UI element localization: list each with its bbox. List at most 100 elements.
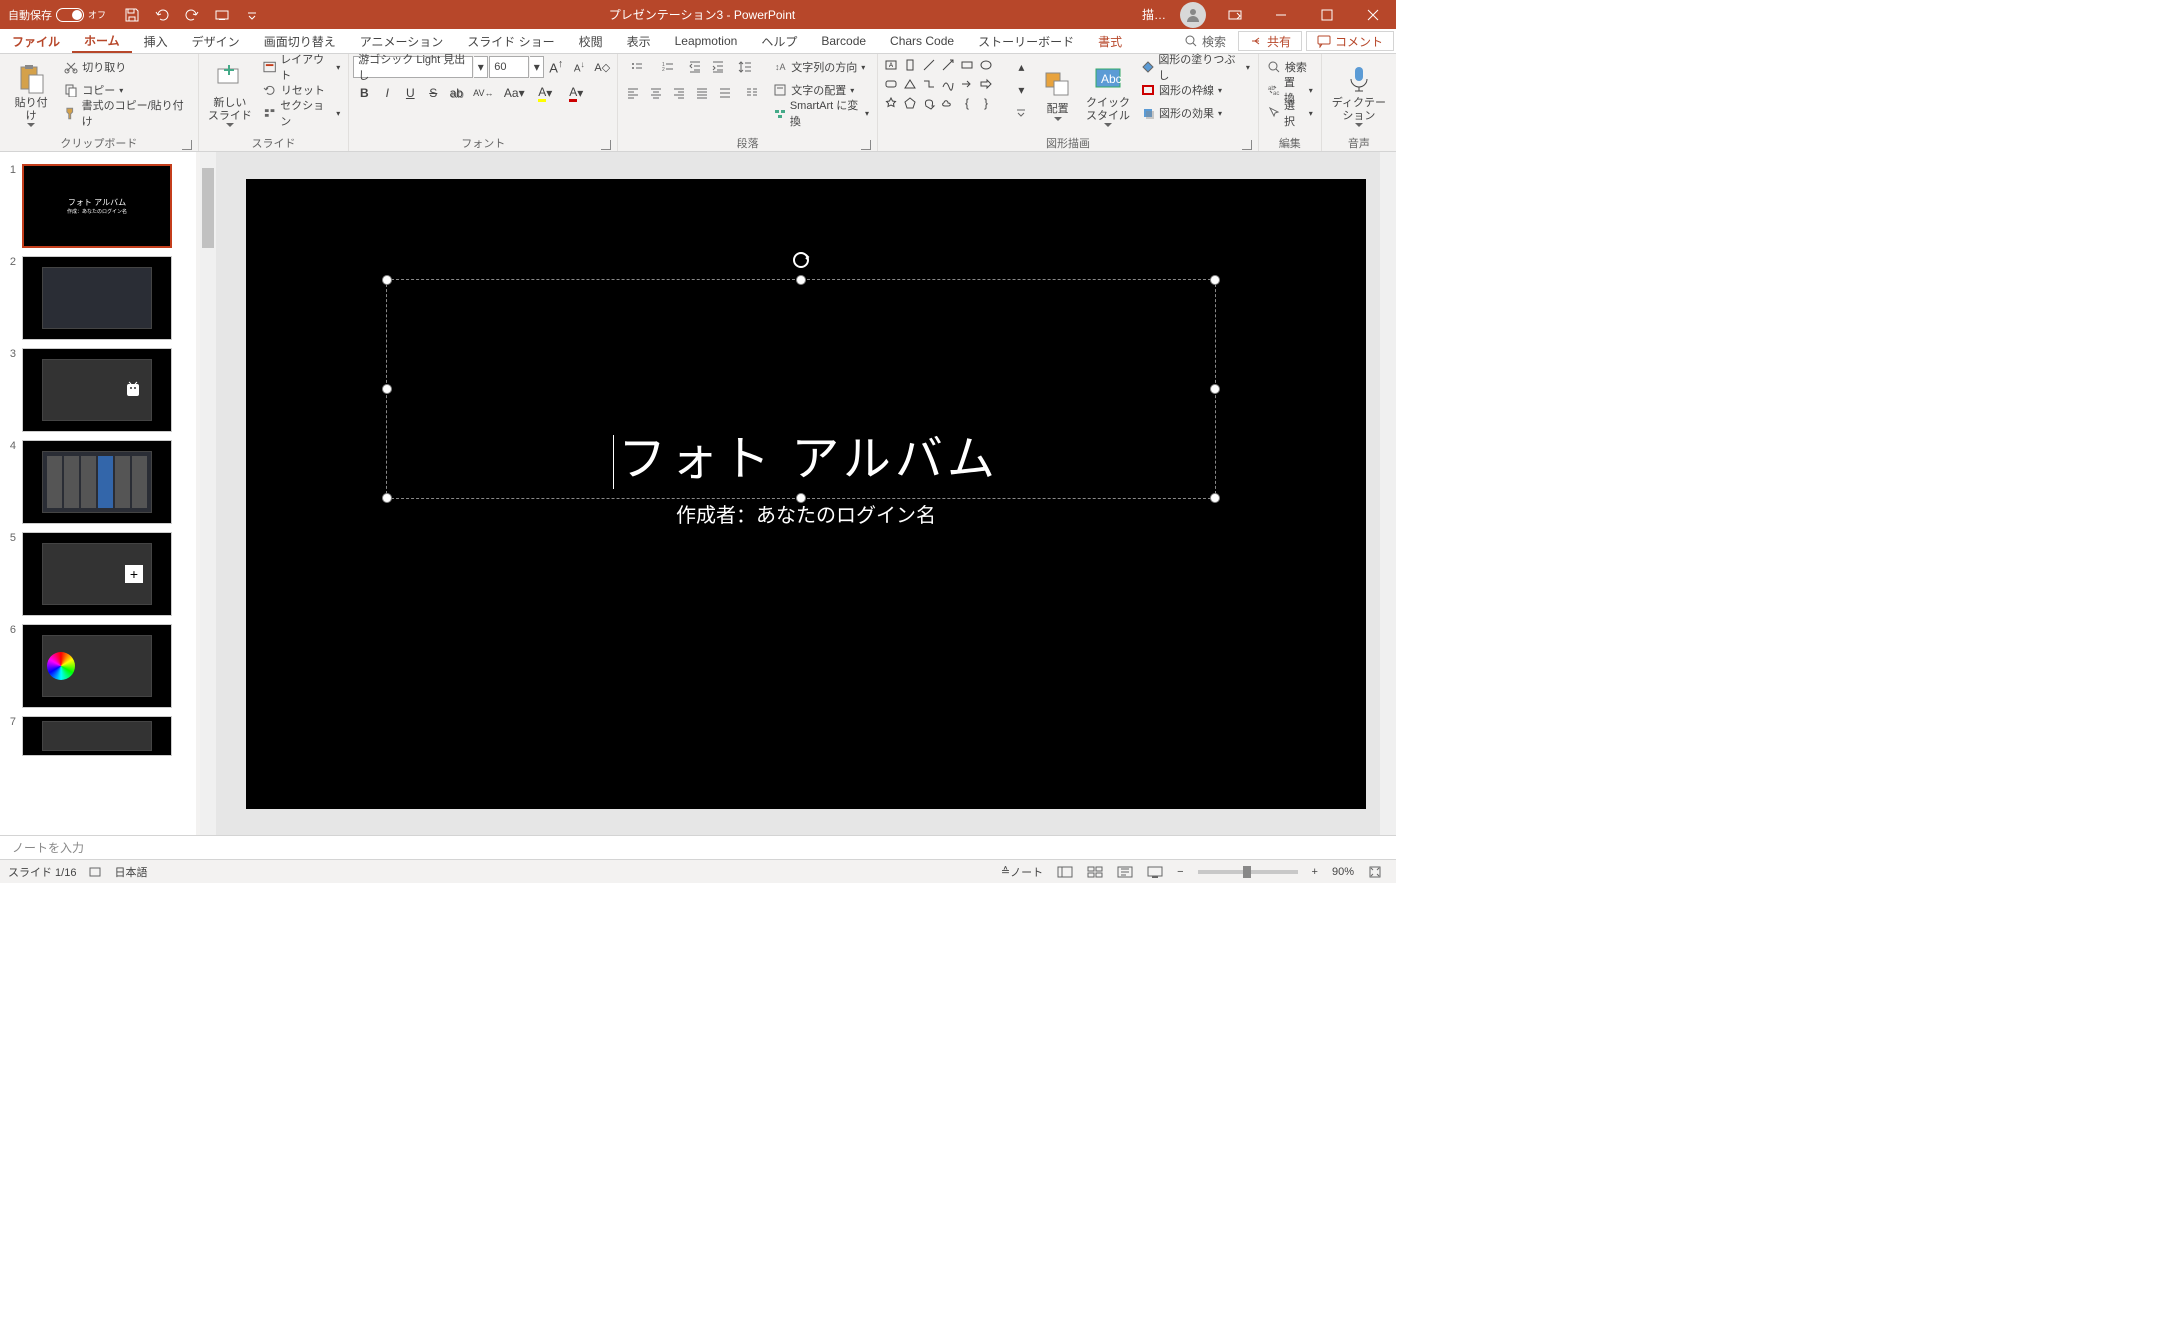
maximize-button[interactable] (1304, 0, 1350, 29)
share-button[interactable]: 共有 (1238, 31, 1302, 51)
slide-editor[interactable]: フォト アルバム 作成者：あなたのログイン名 (216, 152, 1396, 835)
numbering-button[interactable]: 12 (653, 56, 683, 78)
shape-block-arrow[interactable] (977, 75, 995, 93)
tab-transitions[interactable]: 画面切り替え (252, 29, 348, 53)
format-painter-button[interactable]: 書式のコピー/貼り付け (60, 102, 194, 124)
align-left-button[interactable] (622, 82, 644, 104)
shape-callout[interactable] (920, 94, 938, 112)
zoom-in-button[interactable]: + (1306, 861, 1324, 883)
start-from-beginning-button[interactable] (208, 1, 236, 29)
shape-arrow[interactable] (958, 75, 976, 93)
minimize-button[interactable] (1258, 0, 1304, 29)
handle-tm[interactable] (796, 275, 806, 285)
bold-button[interactable]: B (353, 82, 375, 104)
tab-leapmotion[interactable]: Leapmotion (663, 29, 750, 53)
font-name-dropdown[interactable]: ▾ (474, 56, 488, 78)
status-slide-number[interactable]: スライド 1/16 (8, 864, 76, 880)
thumb-slide-4[interactable] (22, 440, 172, 524)
tell-me-search[interactable]: 検索 (1174, 29, 1236, 53)
draw-tab-overflow[interactable]: 描… (1134, 6, 1174, 23)
slide-title-text[interactable]: フォト アルバム (246, 419, 1366, 489)
thumb-scrollbar-thumb[interactable] (202, 168, 214, 248)
paste-button[interactable]: 貼り付け (4, 56, 58, 134)
clipboard-launcher[interactable] (182, 140, 192, 150)
justify-button[interactable] (691, 82, 713, 104)
notes-pane[interactable]: ノートを入力 (0, 835, 1396, 859)
zoom-out-button[interactable]: − (1171, 861, 1189, 883)
shape-oval[interactable] (977, 56, 995, 74)
layout-button[interactable]: レイアウト▾ (259, 56, 344, 78)
shape-triangle[interactable] (901, 75, 919, 93)
cut-button[interactable]: 切り取り (60, 56, 194, 78)
tab-view[interactable]: 表示 (615, 29, 663, 53)
tab-slideshow[interactable]: スライド ショー (455, 29, 566, 53)
decrease-font-button[interactable]: A↓ (568, 56, 590, 78)
editor-scrollbar[interactable] (1380, 152, 1396, 835)
thumb-slide-2[interactable] (22, 256, 172, 340)
tab-animations[interactable]: アニメーション (348, 29, 456, 53)
select-button[interactable]: 選択▾ (1263, 102, 1317, 124)
tab-format[interactable]: 書式 (1086, 29, 1134, 53)
tab-barcode[interactable]: Barcode (809, 29, 878, 53)
thumb-slide-5[interactable]: + (22, 532, 172, 616)
shadow-button[interactable]: ab (445, 82, 467, 104)
smartart-button[interactable]: SmartArt に変換▾ (769, 102, 873, 124)
thumb-slide-7[interactable] (22, 716, 172, 756)
align-right-button[interactable] (668, 82, 690, 104)
shape-cloud[interactable] (939, 94, 957, 112)
shape-fill-button[interactable]: 図形の塗りつぶし▾ (1137, 56, 1254, 78)
tab-storyboard[interactable]: ストーリーボード (966, 29, 1086, 53)
handle-ml[interactable] (382, 384, 392, 394)
undo-button[interactable] (148, 1, 176, 29)
status-notes-button[interactable]: ≙ ノート (995, 861, 1049, 883)
shape-star[interactable] (882, 94, 900, 112)
distribute-button[interactable] (714, 82, 736, 104)
shape-freeform[interactable] (939, 75, 957, 93)
arrange-button[interactable]: 配置 (1036, 56, 1079, 134)
view-normal-button[interactable] (1051, 861, 1079, 883)
shape-textbox[interactable]: A (882, 56, 900, 74)
tab-home[interactable]: ホーム (72, 29, 132, 53)
text-direction-button[interactable]: ↕A文字列の方向▾ (769, 56, 873, 78)
shape-arrow-line[interactable] (939, 56, 957, 74)
line-spacing-button[interactable] (730, 56, 760, 78)
font-size-input[interactable]: 60 (489, 56, 529, 78)
increase-font-button[interactable]: A↑ (545, 56, 567, 78)
view-sorter-button[interactable] (1081, 861, 1109, 883)
handle-mr[interactable] (1210, 384, 1220, 394)
shape-lbrace[interactable]: { (958, 94, 976, 112)
gallery-down[interactable]: ▾ (1010, 79, 1032, 101)
save-button[interactable] (118, 1, 146, 29)
columns-button[interactable] (737, 82, 767, 104)
view-slideshow-button[interactable] (1141, 861, 1169, 883)
user-avatar[interactable] (1180, 2, 1206, 28)
tab-insert[interactable]: 挿入 (132, 29, 180, 53)
strikethrough-button[interactable]: S (422, 82, 444, 104)
status-accessibility-icon[interactable] (88, 865, 102, 879)
qat-customize[interactable] (238, 1, 266, 29)
shape-elbow[interactable] (920, 75, 938, 93)
shape-gallery[interactable]: A { } (882, 56, 1006, 112)
redo-button[interactable] (178, 1, 206, 29)
ribbon-display-options[interactable] (1212, 0, 1258, 29)
handle-tr[interactable] (1210, 275, 1220, 285)
shape-line[interactable] (920, 56, 938, 74)
fit-to-window-button[interactable] (1362, 861, 1388, 883)
zoom-slider[interactable] (1198, 870, 1298, 874)
zoom-level[interactable]: 90% (1326, 861, 1360, 883)
thumb-slide-1[interactable]: フォト アルバム 作成：あなたのログイン名 (22, 164, 172, 248)
comments-button[interactable]: コメント (1306, 31, 1394, 51)
drawing-launcher[interactable] (1242, 140, 1252, 150)
font-color-button[interactable]: A▾ (561, 82, 591, 104)
view-reading-button[interactable] (1111, 861, 1139, 883)
autosave-toggle[interactable]: 自動保存 オフ (0, 7, 114, 23)
font-size-dropdown[interactable]: ▾ (530, 56, 544, 78)
rotate-handle[interactable] (791, 250, 811, 270)
bullets-button[interactable] (622, 56, 652, 78)
change-case-button[interactable]: Aa▾ (499, 82, 529, 104)
status-language[interactable]: 日本語 (114, 864, 147, 880)
slide-subtitle-text[interactable]: 作成者：あなたのログイン名 (246, 499, 1366, 528)
font-launcher[interactable] (601, 140, 611, 150)
close-button[interactable] (1350, 0, 1396, 29)
autosave-toggle-switch[interactable] (56, 8, 84, 22)
